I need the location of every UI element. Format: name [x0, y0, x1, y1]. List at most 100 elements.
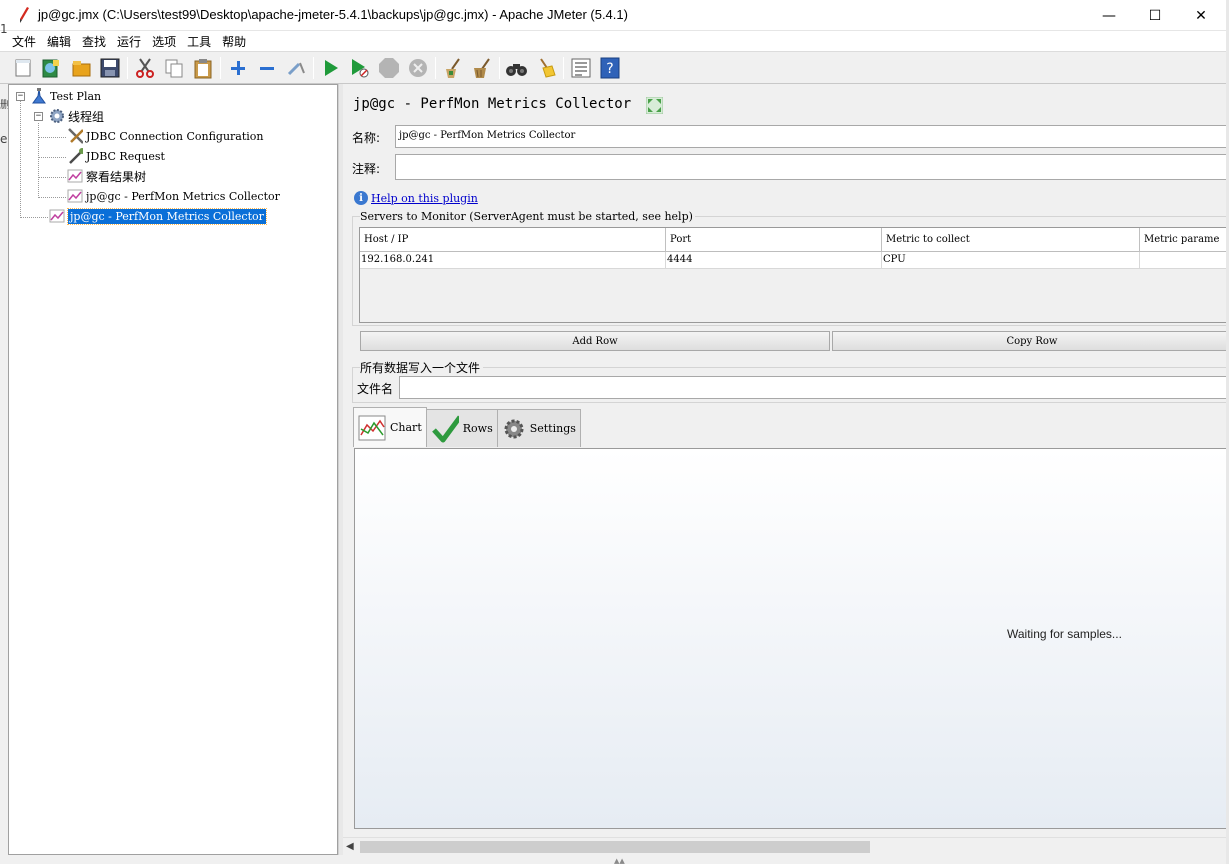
- add-row-button[interactable]: Add Row: [360, 331, 830, 351]
- toolbar-separator: [499, 57, 500, 79]
- tree-item-label: JDBC Connection Configuration: [86, 129, 264, 143]
- name-field[interactable]: jp@gc - PerfMon Metrics Collector: [395, 125, 1229, 148]
- menu-run[interactable]: 运行: [113, 33, 145, 50]
- plus-icon: [231, 61, 245, 75]
- cell-metric-params[interactable]: [1140, 252, 1229, 269]
- tree-item-perfmon-collector[interactable]: jp@gc - PerfMon Metrics Collector: [67, 187, 280, 205]
- paste-button[interactable]: [191, 56, 215, 80]
- expand-arrows-icon[interactable]: [646, 97, 663, 114]
- templates-icon: [42, 59, 59, 78]
- result-tabs: Chart Rows Settings: [353, 407, 581, 447]
- tree-item-label: JDBC Request: [86, 149, 165, 163]
- scroll-thumb[interactable]: [360, 841, 870, 853]
- chart-icon: [67, 188, 83, 204]
- start-no-pauses-button[interactable]: [348, 56, 372, 80]
- file-group-label: 所有数据写入一个文件: [360, 359, 484, 376]
- search-button[interactable]: [505, 56, 529, 80]
- tab-settings[interactable]: Settings: [496, 409, 581, 447]
- help-link[interactable]: i Help on this plugin: [354, 191, 478, 205]
- minimize-icon: —: [1102, 7, 1116, 24]
- expand-button[interactable]: [226, 56, 250, 80]
- save-button[interactable]: [98, 56, 122, 80]
- close-button[interactable]: ✕: [1178, 0, 1224, 31]
- menu-search[interactable]: 查找: [78, 33, 110, 50]
- waiting-message: Waiting for samples...: [1007, 627, 1122, 641]
- collapse-button[interactable]: [255, 56, 279, 80]
- templates-button[interactable]: [39, 56, 63, 80]
- tab-rows[interactable]: Rows: [425, 409, 498, 447]
- new-file-icon: [15, 59, 31, 77]
- menu-help[interactable]: 帮助: [218, 33, 250, 50]
- comment-field[interactable]: [395, 154, 1229, 180]
- horizontal-scrollbar[interactable]: ◀: [343, 837, 1229, 855]
- cut-button[interactable]: [133, 56, 157, 80]
- list-icon: [571, 58, 591, 78]
- menu-options[interactable]: 选项: [148, 33, 180, 50]
- filename-label: 文件名: [357, 382, 394, 396]
- reset-search-button[interactable]: [534, 56, 558, 80]
- tree-item-test-plan[interactable]: Test Plan: [31, 87, 101, 105]
- tree-collapse-toggle[interactable]: −: [34, 112, 43, 121]
- column-header-host[interactable]: Host / IP: [360, 228, 666, 252]
- menu-file[interactable]: 文件: [8, 33, 40, 50]
- panel-title: jp@gc - PerfMon Metrics Collector: [353, 96, 632, 112]
- tree-item-thread-group[interactable]: 线程组: [49, 107, 104, 125]
- tree-connector: [38, 177, 66, 178]
- tree-item-jdbc-connection[interactable]: JDBC Connection Configuration: [67, 127, 264, 145]
- perfmon-config-panel: jp@gc - PerfMon Metrics Collector 名称: jp…: [343, 84, 1229, 855]
- chart-icon: [49, 208, 65, 224]
- clear-all-button[interactable]: [470, 56, 494, 80]
- start-button[interactable]: [319, 56, 343, 80]
- cell-port[interactable]: 4444: [666, 252, 882, 269]
- minimize-button[interactable]: —: [1086, 0, 1132, 31]
- tree-collapse-toggle[interactable]: −: [16, 92, 25, 101]
- filename-field[interactable]: [399, 376, 1229, 399]
- menu-edit[interactable]: 编辑: [43, 33, 75, 50]
- test-plan-tree[interactable]: − − Test Plan 线程组 JDBC Connection Config…: [8, 84, 338, 855]
- shutdown-icon: [409, 59, 427, 77]
- tree-item-jdbc-request[interactable]: JDBC Request: [67, 147, 165, 165]
- play-icon: [325, 60, 338, 76]
- table-row[interactable]: 192.168.0.241 4444 CPU: [360, 252, 1229, 269]
- tab-chart[interactable]: Chart: [353, 407, 427, 447]
- checkmark-icon: [431, 415, 459, 443]
- menu-tools[interactable]: 工具: [183, 33, 215, 50]
- open-button[interactable]: [69, 56, 93, 80]
- column-header-port[interactable]: Port: [666, 228, 882, 252]
- new-button[interactable]: [11, 56, 35, 80]
- servers-group-label: Servers to Monitor (ServerAgent must be …: [360, 210, 695, 223]
- background-window-strip: 1 删 e: [0, 22, 10, 855]
- play-no-timer-icon: [352, 59, 369, 78]
- gear-icon: [502, 415, 526, 443]
- clear-button[interactable]: [441, 56, 465, 80]
- tree-connector: [38, 137, 66, 138]
- minus-icon: [260, 67, 274, 70]
- scroll-left-icon[interactable]: ◀: [346, 841, 354, 852]
- toolbar-separator: [563, 57, 564, 79]
- cell-host[interactable]: 192.168.0.241: [360, 252, 666, 269]
- cell-metric[interactable]: CPU: [882, 252, 1140, 269]
- menu-bar: 文件 编辑 查找 运行 选项 工具 帮助: [0, 31, 1229, 51]
- tree-connector: [20, 101, 21, 218]
- tree-connector: [38, 123, 39, 198]
- help-button[interactable]: ?: [598, 56, 622, 80]
- servers-table[interactable]: Host / IP Port Metric to collect Metric …: [359, 227, 1229, 323]
- column-header-metric[interactable]: Metric to collect: [882, 228, 1140, 252]
- column-header-metric-params[interactable]: Metric parame: [1140, 228, 1229, 252]
- shutdown-button[interactable]: [406, 56, 430, 80]
- resize-grip-icon[interactable]: ▲▲: [614, 857, 625, 864]
- broom-clear-all-icon: [474, 58, 490, 78]
- help-link-text: Help on this plugin: [371, 191, 478, 205]
- maximize-button[interactable]: ☐: [1132, 0, 1178, 31]
- stop-button[interactable]: [377, 56, 401, 80]
- gear-icon: [49, 108, 65, 124]
- function-helper-button[interactable]: [569, 56, 593, 80]
- copy-row-button[interactable]: Copy Row: [832, 331, 1229, 351]
- tree-item-perfmon-collector-selected[interactable]: jp@gc - PerfMon Metrics Collector: [49, 207, 267, 225]
- tree-item-view-results-tree[interactable]: 察看结果树: [67, 167, 146, 185]
- copy-button[interactable]: [162, 56, 186, 80]
- tree-connector: [38, 197, 66, 198]
- close-icon: ✕: [1195, 7, 1207, 24]
- toggle-button[interactable]: [284, 56, 308, 80]
- save-icon: [100, 58, 120, 78]
